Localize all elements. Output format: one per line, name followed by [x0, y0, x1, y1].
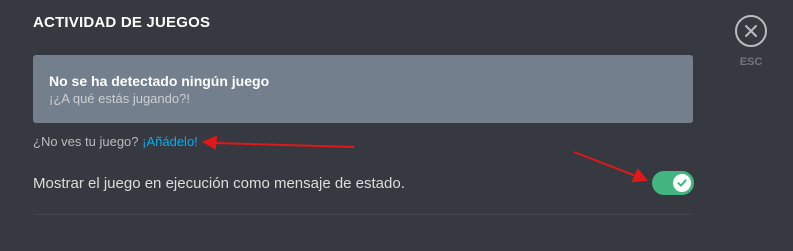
annotation-arrow-to-toggle	[573, 151, 648, 183]
status-toggle[interactable]	[652, 171, 694, 195]
close-area: ESC	[733, 15, 769, 68]
section-title: ACTIVIDAD DE JUEGOS	[33, 14, 211, 31]
esc-label: ESC	[739, 56, 763, 68]
close-icon	[745, 25, 757, 37]
status-toggle-label: Mostrar el juego en ejecución como mensa…	[33, 175, 405, 192]
no-game-subtitle: ¡¿A qué estás jugando?!	[49, 91, 190, 106]
divider	[33, 214, 693, 215]
add-game-link[interactable]: ¡Añádelo!	[142, 134, 198, 149]
add-game-line: ¿No ves tu juego? ¡Añádelo!	[33, 134, 198, 149]
checkmark-icon	[677, 179, 687, 187]
toggle-knob	[673, 174, 691, 192]
no-game-title: No se ha detectado ningún juego	[49, 73, 270, 89]
close-button[interactable]	[735, 15, 767, 47]
annotation-arrow-to-link	[201, 135, 355, 150]
no-game-detected-box: No se ha detectado ningún juego ¡¿A qué …	[33, 55, 693, 123]
add-game-prompt: ¿No ves tu juego?	[33, 134, 139, 149]
